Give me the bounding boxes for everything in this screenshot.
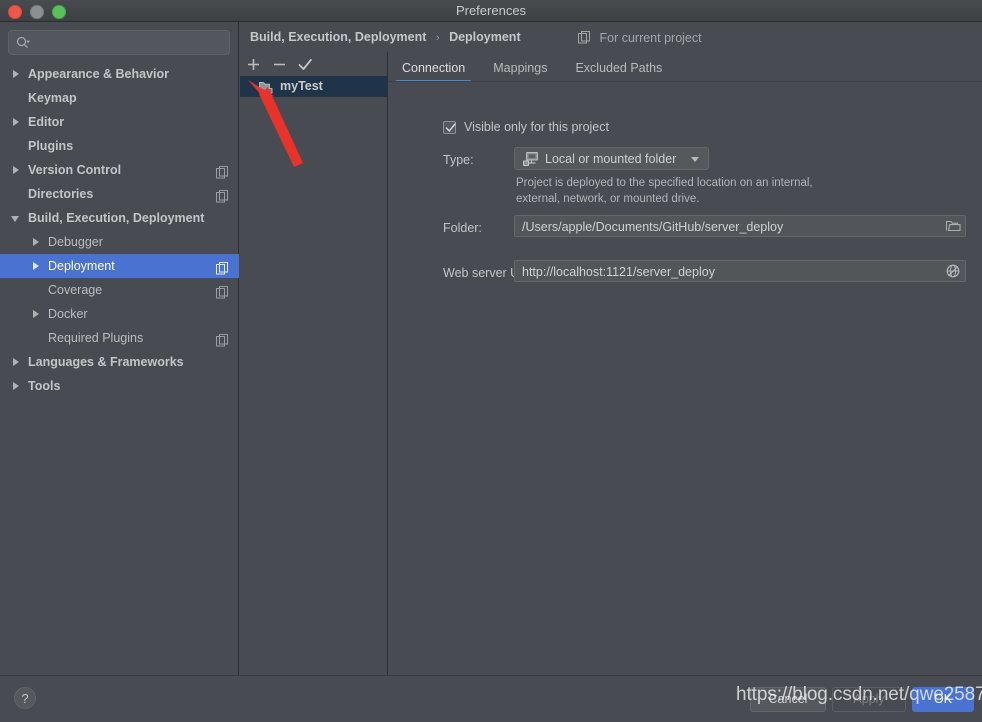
search-box[interactable] (8, 30, 230, 56)
sidebar-item-docker[interactable]: Docker (0, 302, 239, 326)
web-server-url-field[interactable] (514, 260, 966, 283)
chevron-right-icon[interactable] (30, 230, 44, 254)
search-input[interactable] (35, 31, 229, 56)
chevron-right-icon[interactable] (10, 374, 24, 398)
project-scope-icon (578, 31, 591, 44)
chevron-right-icon[interactable] (10, 62, 24, 86)
sidebar-item-label: Editor (28, 115, 65, 129)
type-combobox-value: Local or mounted folder (545, 151, 677, 166)
visible-only-checkbox-row[interactable]: Visible only for this project (443, 120, 609, 134)
deployment-tabs: Connection Mappings Excluded Paths (388, 52, 676, 82)
sidebar-item-plugins[interactable]: Plugins (0, 134, 239, 158)
folder-label: Folder: (443, 221, 482, 235)
sidebar-item-required-plugins[interactable]: Required Plugins (0, 326, 239, 350)
settings-tree: Appearance & Behavior Keymap Editor Plugins… (0, 62, 239, 398)
sidebar-item-label: Languages & Frameworks (28, 355, 184, 369)
server-list-panel: myTest (240, 52, 388, 675)
cancel-button[interactable]: Cancel (750, 687, 826, 712)
tab-connection[interactable]: Connection (388, 61, 479, 82)
sidebar-item-deployment[interactable]: Deployment (0, 254, 239, 278)
local-folder-icon (523, 151, 538, 166)
apply-button: Apply (832, 687, 906, 712)
scope-note-label: For current project (599, 31, 702, 45)
project-scope-icon (216, 187, 229, 203)
breadcrumb: Build, Execution, Deployment › Deploymen… (250, 30, 521, 44)
sidebar-item-label: Deployment (48, 259, 115, 273)
tabs-divider (388, 81, 982, 82)
tab-mappings[interactable]: Mappings (479, 61, 561, 82)
folder-input[interactable] (520, 216, 939, 238)
sidebar-item-directories[interactable]: Directories (0, 182, 239, 206)
sidebar-item-label: Appearance & Behavior (28, 67, 170, 81)
server-list-item[interactable]: myTest (240, 76, 387, 97)
tab-excluded-paths[interactable]: Excluded Paths (561, 61, 676, 82)
chevron-right-icon[interactable] (10, 110, 24, 134)
sidebar-item-build-execution-deployment[interactable]: Build, Execution, Deployment (0, 206, 239, 230)
preferences-window: Preferences Appearance & Behavior Keymap E… (0, 0, 982, 722)
sidebar-item-label: Tools (28, 379, 61, 393)
search-icon (16, 36, 30, 50)
sidebar-item-keymap[interactable]: Keymap (0, 86, 239, 110)
dialog-footer: ? Cancel Apply OK (0, 675, 982, 722)
help-button[interactable]: ? (14, 687, 36, 709)
sidebar-item-label: Coverage (48, 283, 103, 297)
chevron-right-icon[interactable] (10, 350, 24, 374)
scope-note: For current project (578, 31, 702, 45)
folder-field[interactable] (514, 215, 966, 238)
sidebar-item-coverage[interactable]: Coverage (0, 278, 239, 302)
chevron-down-icon (691, 157, 699, 162)
folder-browse-button[interactable] (941, 216, 965, 236)
sidebar-item-label: Plugins (28, 139, 74, 153)
breadcrumb-leaf: Deployment (449, 30, 521, 44)
project-scope-icon (216, 283, 229, 299)
sidebar-item-appearance-behavior[interactable]: Appearance & Behavior (0, 62, 239, 86)
chevron-right-icon[interactable] (30, 254, 44, 278)
visible-only-checkbox-label: Visible only for this project (464, 120, 609, 134)
remove-server-button[interactable] (266, 53, 292, 75)
sidebar-item-label: Keymap (28, 91, 77, 105)
window-title: Preferences (455, 3, 527, 18)
open-url-button[interactable] (941, 261, 965, 281)
project-scope-icon (216, 259, 229, 275)
server-list: myTest (240, 76, 387, 97)
server-list-toolbar (240, 52, 387, 76)
sidebar-item-editor[interactable]: Editor (0, 110, 239, 134)
type-hint-text: Project is deployed to the specified loc… (516, 177, 813, 205)
connection-panel: Connection Mappings Excluded Paths Visible… (388, 52, 982, 675)
add-server-button[interactable] (240, 53, 266, 75)
ok-button[interactable]: OK (912, 687, 974, 712)
sidebar-item-languages-frameworks[interactable]: Languages & Frameworks (0, 350, 239, 374)
settings-detail-area: Build, Execution, Deployment › Deploymen… (240, 22, 982, 675)
sidebar-item-version-control[interactable]: Version Control (0, 158, 239, 182)
sidebar-item-label: Required Plugins (48, 331, 144, 345)
project-scope-icon (216, 331, 229, 347)
breadcrumb-separator: › (435, 32, 440, 44)
sidebar-item-label: Directories (28, 187, 94, 201)
sidebar-item-label: Version Control (28, 163, 122, 177)
chevron-right-icon[interactable] (30, 302, 44, 326)
settings-sidebar: Appearance & Behavior Keymap Editor Plugins… (0, 22, 239, 675)
chevron-down-icon[interactable] (10, 206, 24, 230)
folder-icon (259, 80, 273, 94)
sidebar-item-label: Build, Execution, Deployment (28, 211, 205, 225)
sidebar-item-debugger[interactable]: Debugger (0, 230, 239, 254)
sidebar-item-label: Debugger (48, 235, 103, 249)
sidebar-item-label: Docker (48, 307, 88, 321)
server-list-item-label: myTest (280, 79, 323, 93)
set-default-server-button[interactable] (292, 53, 318, 75)
sidebar-item-tools[interactable]: Tools (0, 374, 239, 398)
visible-only-checkbox[interactable] (443, 120, 456, 134)
chevron-right-icon[interactable] (10, 158, 24, 182)
web-server-url-input[interactable] (520, 261, 939, 283)
type-combobox[interactable]: Local or mounted folder (514, 147, 709, 170)
project-scope-icon (216, 163, 229, 179)
window-titlebar: Preferences (0, 0, 982, 22)
sidebar-search (8, 30, 230, 56)
breadcrumb-root[interactable]: Build, Execution, Deployment (250, 30, 426, 44)
type-label: Type: (443, 153, 474, 167)
